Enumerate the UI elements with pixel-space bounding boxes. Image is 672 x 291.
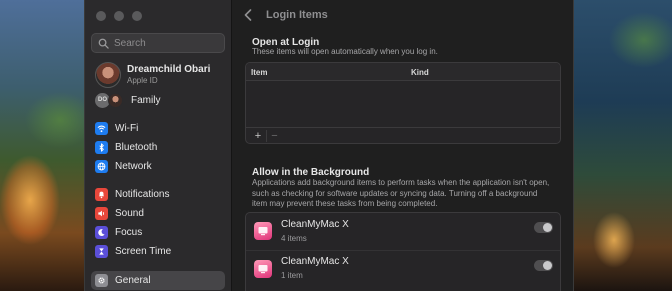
wifi-icon (95, 122, 108, 135)
background-toggle[interactable] (534, 222, 553, 233)
cleanmymac-app-icon (254, 222, 272, 240)
bluetooth-icon (95, 141, 108, 154)
list-item[interactable]: CleanMyMac X 4 items (246, 213, 560, 249)
family-member-avatar (108, 93, 123, 108)
table-footer: + − (246, 127, 560, 143)
globe-icon (95, 160, 108, 173)
column-header-item[interactable]: Item (251, 68, 267, 77)
system-settings-window: Dreamchild Obari Apple ID DO Family Wi-F… (84, 0, 574, 291)
sidebar-item-notifications[interactable]: Notifications (91, 185, 225, 204)
back-button[interactable] (244, 8, 256, 22)
sidebar-item-label: Bluetooth (115, 142, 158, 153)
open-at-login-description: These items will open automatically when… (252, 47, 438, 56)
sidebar-item-label: Network (115, 161, 152, 172)
minimize-button[interactable] (114, 11, 124, 21)
chevron-left-icon (244, 9, 252, 21)
sidebar-item-label: Screen Time (115, 246, 172, 257)
moon-icon (95, 226, 108, 239)
sidebar-item-label: General (115, 275, 151, 286)
sidebar-item-label: Wi-Fi (115, 123, 139, 134)
bell-icon (95, 188, 108, 201)
background-section-title: Allow in the Background (252, 167, 370, 178)
sidebar-item-family[interactable]: DO Family (95, 93, 160, 108)
sidebar-item-label: Sound (115, 208, 144, 219)
app-name: CleanMyMac X (281, 256, 349, 267)
sidebar-item-label: Focus (115, 227, 143, 238)
list-item[interactable]: CleanMyMac X 1 item (246, 250, 560, 286)
apple-id-profile[interactable]: Dreamchild Obari Apple ID (95, 62, 210, 88)
search-input[interactable] (114, 37, 224, 49)
cleanmymac-app-icon (254, 259, 272, 278)
gear-icon (95, 274, 108, 287)
background-toggle[interactable] (534, 260, 553, 271)
background-section-description: Applications add background items to per… (252, 178, 550, 208)
sidebar: Dreamchild Obari Apple ID DO Family Wi-F… (85, 0, 232, 291)
sidebar-item-label: Family (131, 95, 161, 106)
table-header: Item Kind (246, 63, 560, 81)
sidebar-item-general[interactable]: General (91, 271, 225, 290)
remove-button[interactable]: − (266, 129, 282, 142)
search-field[interactable] (91, 33, 225, 53)
zoom-button[interactable] (132, 11, 142, 21)
search-icon (98, 38, 109, 49)
family-avatars: DO (95, 93, 125, 108)
app-item-count: 4 items (281, 233, 307, 243)
sidebar-item-sound[interactable]: Sound (91, 204, 225, 223)
avatar (95, 62, 121, 88)
sidebar-item-bluetooth[interactable]: Bluetooth (91, 138, 225, 157)
sidebar-item-label: Notifications (115, 189, 170, 200)
close-button[interactable] (96, 11, 106, 21)
add-button[interactable]: + (250, 130, 266, 142)
app-item-count: 1 item (281, 271, 303, 280)
hourglass-icon (95, 245, 108, 258)
column-header-kind[interactable]: Kind (411, 68, 429, 77)
traffic-lights (96, 11, 142, 21)
desktop-wallpaper-left (0, 0, 84, 291)
desktop-wallpaper-right (574, 0, 672, 291)
profile-name: Dreamchild Obari (127, 64, 211, 75)
main-pane: Login Items Open at Login These items wi… (232, 0, 573, 291)
sidebar-item-wifi[interactable]: Wi-Fi (91, 119, 225, 138)
login-items-table[interactable]: Item Kind + − (245, 62, 561, 144)
profile-subtitle: Apple ID (127, 76, 158, 85)
background-items-list: CleanMyMac X 4 items CleanMyMac X 1 item (245, 212, 561, 291)
sidebar-item-focus[interactable]: Focus (91, 223, 225, 242)
app-name: CleanMyMac X (281, 218, 349, 230)
toolbar: Login Items (232, 0, 573, 30)
page-title: Login Items (266, 9, 328, 21)
sidebar-item-screen-time[interactable]: Screen Time (91, 242, 225, 261)
speaker-icon (95, 207, 108, 220)
sidebar-item-network[interactable]: Network (91, 157, 225, 176)
table-body (246, 81, 560, 127)
